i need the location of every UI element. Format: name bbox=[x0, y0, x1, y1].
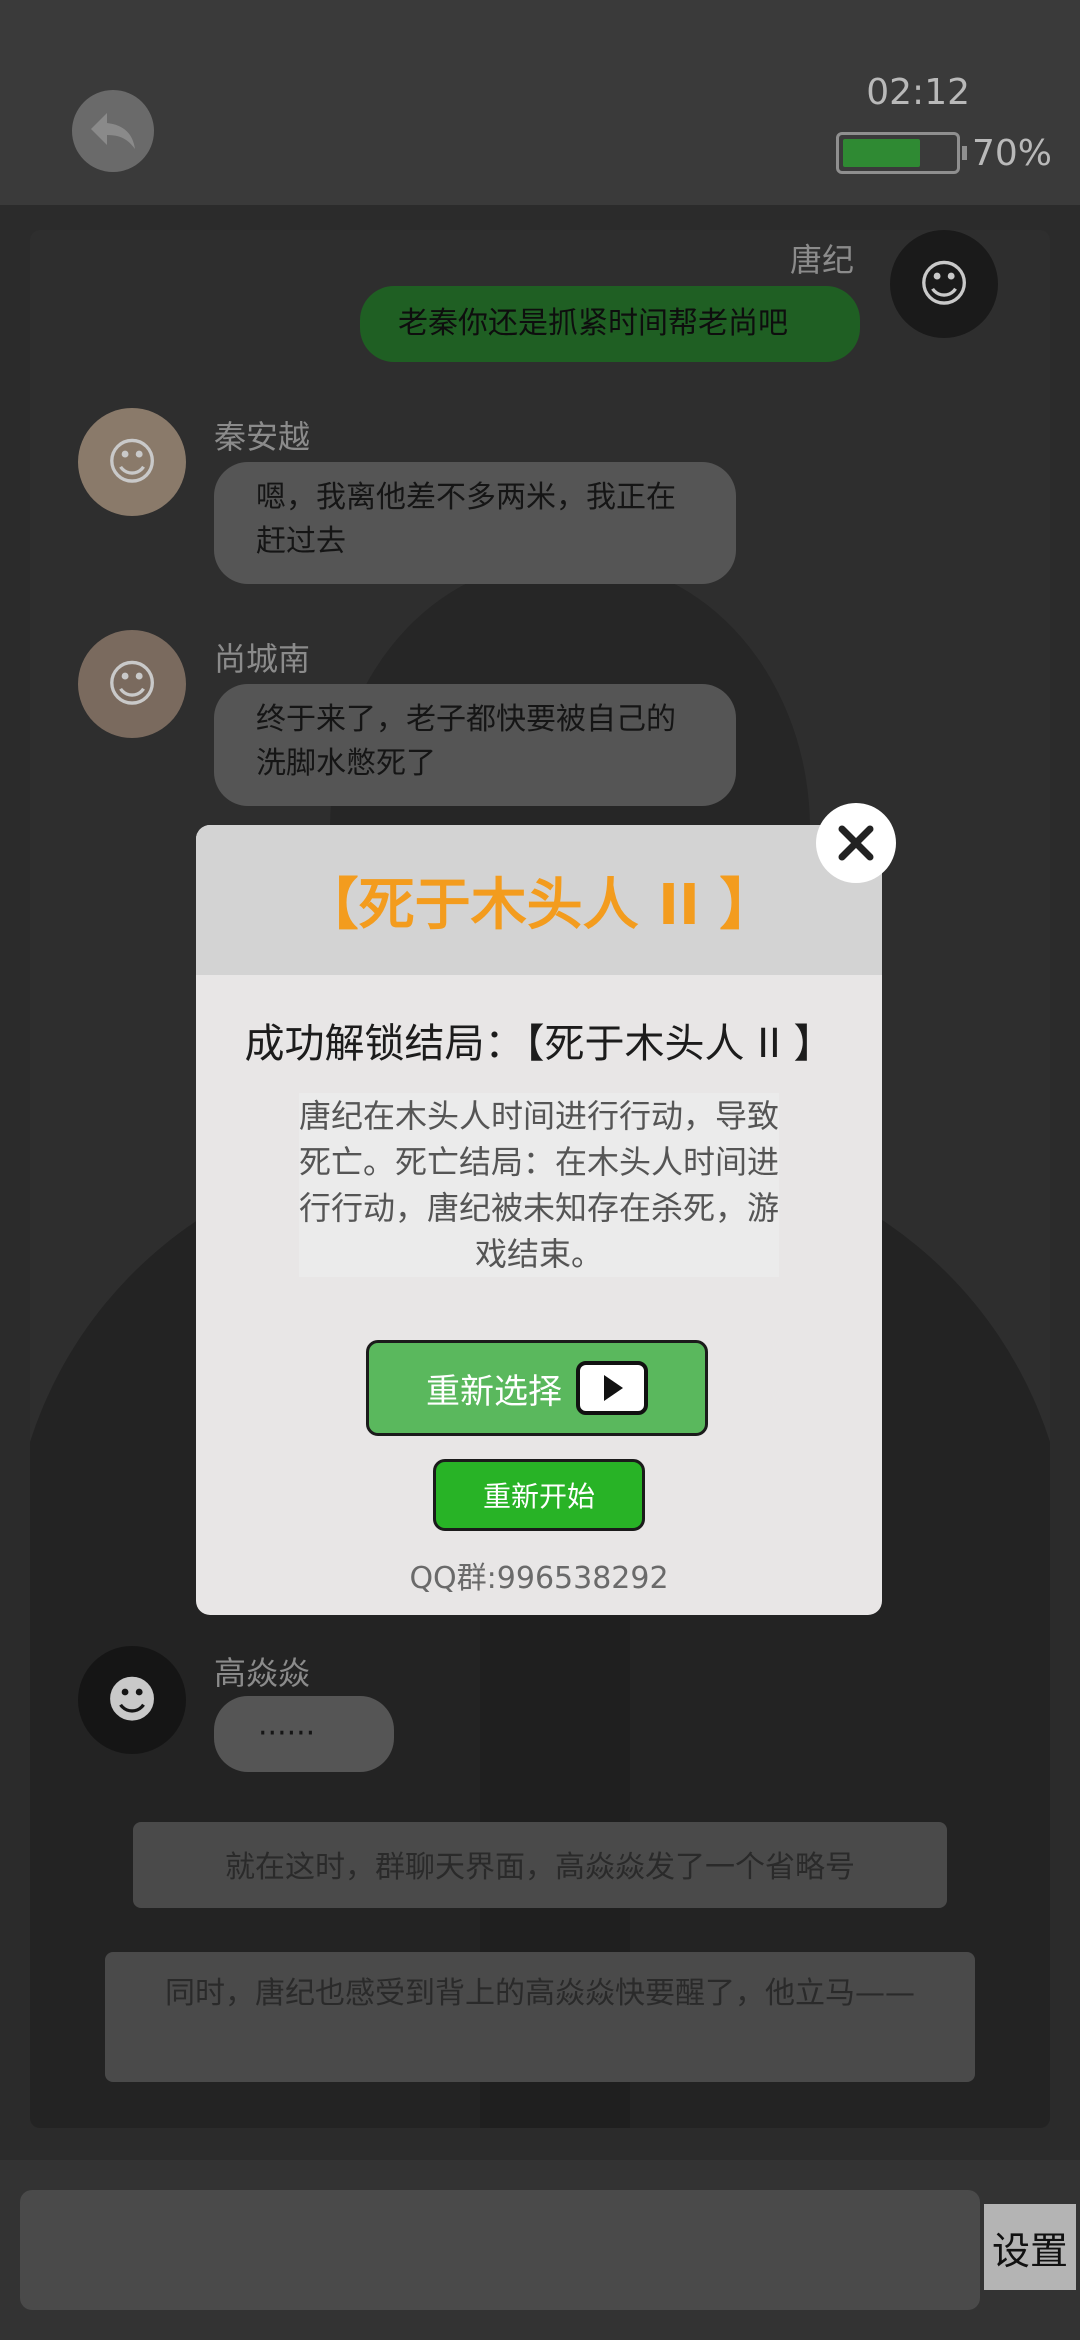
avatar-astronaut-icon: ☻ bbox=[105, 1671, 159, 1729]
reselect-button[interactable]: 重新选择 bbox=[366, 1340, 708, 1436]
sender-name: 尚城南 bbox=[214, 640, 311, 678]
close-button[interactable] bbox=[816, 803, 896, 883]
avatar-portrait-icon: ☺ bbox=[105, 655, 159, 713]
back-arrow-icon bbox=[91, 113, 135, 149]
top-bar: 02:12 70% bbox=[0, 0, 1080, 205]
message-input[interactable] bbox=[20, 2190, 980, 2310]
clock: 02:12 bbox=[866, 72, 970, 113]
message-bubble: 老秦你还是抓紧时间帮老尚吧 bbox=[360, 286, 860, 362]
restart-button[interactable]: 重新开始 bbox=[433, 1459, 645, 1531]
settings-button[interactable]: 设置 bbox=[984, 2204, 1076, 2290]
battery-icon bbox=[836, 132, 960, 174]
avatar[interactable]: ☺ bbox=[78, 408, 186, 516]
narration-box: 同时，唐纪也感受到背上的高焱焱快要醒了，他立马—— bbox=[105, 1952, 975, 2082]
message-bubble: 终于来了，老子都快要被自己的洗脚水憋死了 bbox=[214, 684, 736, 806]
sender-name: 秦安越 bbox=[214, 418, 311, 456]
sender-name: 唐纪 bbox=[790, 241, 855, 279]
unlock-message: 成功解锁结局：【死于木头人 II 】 bbox=[244, 1021, 834, 1067]
battery-percent: 70% bbox=[972, 133, 1053, 174]
sender-name: 高焱焱 bbox=[214, 1654, 311, 1692]
avatar-portrait-icon: ☺ bbox=[105, 433, 159, 491]
video-play-icon bbox=[576, 1361, 648, 1415]
avatar[interactable]: ☺ bbox=[890, 230, 998, 338]
back-button[interactable] bbox=[72, 90, 154, 172]
avatar-portrait-icon: ☺ bbox=[917, 255, 971, 313]
avatar[interactable]: ☺ bbox=[78, 630, 186, 738]
message-bubble: 嗯，我离他差不多两米，我正在赶过去 bbox=[214, 462, 736, 584]
battery-level bbox=[843, 139, 920, 167]
battery-tip bbox=[962, 146, 967, 160]
close-icon bbox=[838, 825, 874, 861]
ending-description: 唐纪在木头人时间进行行动，导致死亡。死亡结局：在木头人时间进行行动，唐纪被未知存… bbox=[299, 1093, 779, 1277]
reselect-label: 重新选择 bbox=[426, 1371, 562, 1412]
qq-group-text: QQ群:996538292 bbox=[409, 1561, 669, 1596]
avatar[interactable]: ☻ bbox=[78, 1646, 186, 1754]
narration-box: 就在这时，群聊天界面，高焱焱发了一个省略号 bbox=[133, 1822, 947, 1908]
ending-unlock-dialog: 【死于木头人 II 】 成功解锁结局：【死于木头人 II 】 唐纪在木头人时间进… bbox=[196, 825, 882, 1615]
message-bubble: ······ bbox=[214, 1696, 394, 1772]
dialog-title: 【死于木头人 II 】 bbox=[196, 825, 882, 975]
